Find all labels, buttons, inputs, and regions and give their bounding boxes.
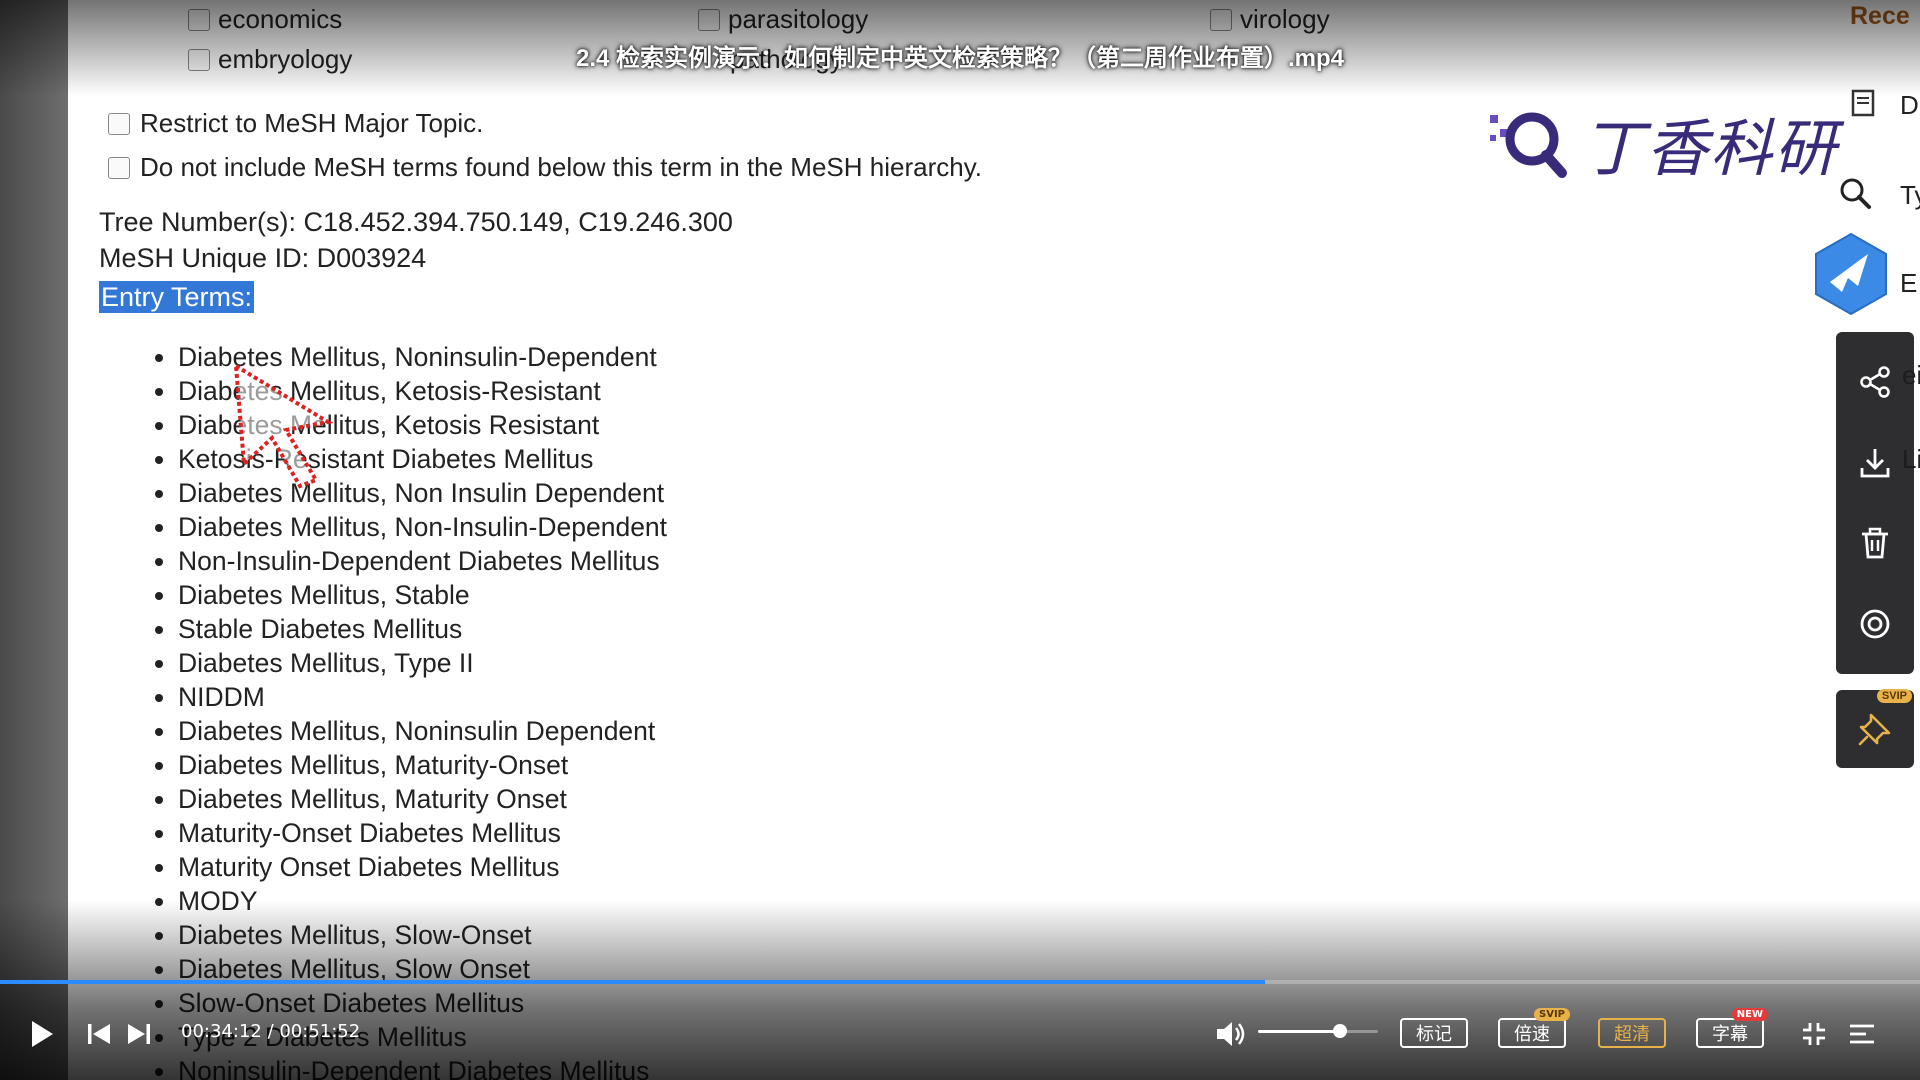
video-frame: economics parasitology virology embryolo… xyxy=(0,0,1920,1080)
e-fragment: E xyxy=(1900,268,1918,298)
delete-button[interactable] xyxy=(1853,521,1897,565)
playback-time: 00:34:12 / 00:51:52 xyxy=(181,1021,361,1042)
list-item: Stable Diabetes Mellitus xyxy=(178,612,667,646)
pin-button[interactable]: SVIP xyxy=(1836,689,1914,768)
list-item: Noninsulin-Dependent Diabetes Mellitus xyxy=(178,1054,667,1080)
pin-icon xyxy=(1858,713,1891,746)
brand-text: 丁香科研 xyxy=(1582,112,1839,185)
checkbox xyxy=(188,8,210,31)
list-item: Diabetes Mellitus, Maturity-Onset xyxy=(178,748,667,782)
option-major-topic: Restrict to MeSH Major Topic. xyxy=(108,108,483,139)
list-item: Slow-Onset Diabetes Mellitus xyxy=(178,986,667,1020)
search-icon xyxy=(1840,178,1871,209)
download-icon xyxy=(1860,448,1890,478)
volume-icon xyxy=(1217,1022,1245,1046)
subtitle-button[interactable]: 字幕 NEW xyxy=(1696,1008,1768,1048)
exit-fullscreen-icon xyxy=(1803,1023,1825,1045)
progress-bar[interactable] xyxy=(0,980,1920,984)
left-dark-border xyxy=(0,0,68,1080)
skip-next-icon xyxy=(128,1024,150,1044)
share-button[interactable] xyxy=(1853,360,1897,404)
playlist-button[interactable] xyxy=(1846,1018,1878,1050)
option-no-below: Do not include MeSH terms found below th… xyxy=(108,152,982,183)
speed-button[interactable]: 倍速 SVIP xyxy=(1498,1008,1570,1048)
video-title: 2.4 检索实例演示：如何制定中英文检索策略？（第二周作业布置）.mp4 xyxy=(575,45,1345,72)
subject-virology: virology xyxy=(1210,4,1330,35)
subject-label: economics xyxy=(218,4,343,34)
quality-button[interactable]: 超清 xyxy=(1598,1018,1666,1048)
skip-previous-icon xyxy=(88,1024,110,1044)
annotation-cursor-icon xyxy=(233,362,334,489)
checkbox xyxy=(698,8,720,31)
volume-button[interactable] xyxy=(1214,1018,1248,1050)
list-item: Maturity-Onset Diabetes Mellitus xyxy=(178,816,667,850)
option-label: Restrict to MeSH Major Topic. xyxy=(140,108,484,138)
list-item: Diabetes Mellitus, Stable xyxy=(178,578,667,612)
bird-extension-icon[interactable] xyxy=(1812,232,1890,316)
list-item: Diabetes Mellitus, Maturity Onset xyxy=(178,782,667,816)
entry-terms-heading: Entry Terms: xyxy=(99,281,255,313)
checkbox xyxy=(1210,8,1232,31)
list-item: MODY xyxy=(178,884,667,918)
share-icon xyxy=(1860,366,1890,398)
list-item: Maturity Onset Diabetes Mellitus xyxy=(178,850,667,884)
download-button[interactable] xyxy=(1853,441,1897,485)
volume-fill xyxy=(1258,1030,1340,1033)
target-button[interactable] xyxy=(1853,602,1897,646)
checkbox xyxy=(108,156,130,179)
subject-economics: economics xyxy=(188,4,342,35)
progress-fill xyxy=(0,980,1266,984)
subject-label: parasitology xyxy=(728,4,869,34)
recent-fragment: Rece xyxy=(1850,2,1910,30)
subject-parasitology: parasitology xyxy=(698,4,868,35)
speed-label: 倍速 xyxy=(1514,1024,1550,1045)
list-item: NIDDM xyxy=(178,680,667,714)
exit-fullscreen-button[interactable] xyxy=(1798,1018,1830,1050)
type-fragment: Ty xyxy=(1900,180,1920,210)
svip-badge: SVIP xyxy=(1534,1008,1570,1021)
checkbox xyxy=(108,112,130,135)
subtitle-label: 字幕 xyxy=(1712,1024,1748,1045)
mark-label: 标记 xyxy=(1416,1024,1452,1045)
volume-slider[interactable] xyxy=(1258,1024,1378,1038)
quality-label: 超清 xyxy=(1614,1024,1650,1045)
previous-button[interactable] xyxy=(82,1018,116,1050)
unique-id: MeSH Unique ID: D003924 xyxy=(99,243,427,273)
side-toolbar xyxy=(1836,332,1914,674)
list-item: Diabetes Mellitus, Slow-Onset xyxy=(178,918,667,952)
list-item: Non-Insulin-Dependent Diabetes Mellitus xyxy=(178,544,667,578)
playlist-icon xyxy=(1850,1024,1874,1044)
subject-label: virology xyxy=(1240,4,1330,34)
new-badge: NEW xyxy=(1731,1008,1768,1021)
magnifier-logo-icon xyxy=(1490,112,1567,178)
svip-badge: SVIP xyxy=(1876,689,1912,703)
option-label: Do not include MeSH terms found below th… xyxy=(140,152,982,182)
list-item: Diabetes Mellitus, Type II xyxy=(178,646,667,680)
play-button[interactable] xyxy=(22,1016,62,1052)
mark-button[interactable]: 标记 xyxy=(1400,1018,1468,1048)
document-icon xyxy=(1851,89,1875,117)
doc-fragment: D xyxy=(1900,90,1919,120)
trash-icon xyxy=(1862,528,1888,559)
tree-numbers: Tree Number(s): C18.452.394.750.149, C19… xyxy=(99,207,733,237)
next-button[interactable] xyxy=(122,1018,156,1050)
volume-knob[interactable] xyxy=(1332,1024,1347,1038)
brand-logo: 丁香科研 xyxy=(1488,98,1838,188)
target-icon xyxy=(1860,609,1890,639)
list-item: Diabetes Mellitus, Non-Insulin-Dependent xyxy=(178,510,667,544)
list-item: Diabetes Mellitus, Noninsulin Dependent xyxy=(178,714,667,748)
play-icon xyxy=(32,1021,53,1047)
